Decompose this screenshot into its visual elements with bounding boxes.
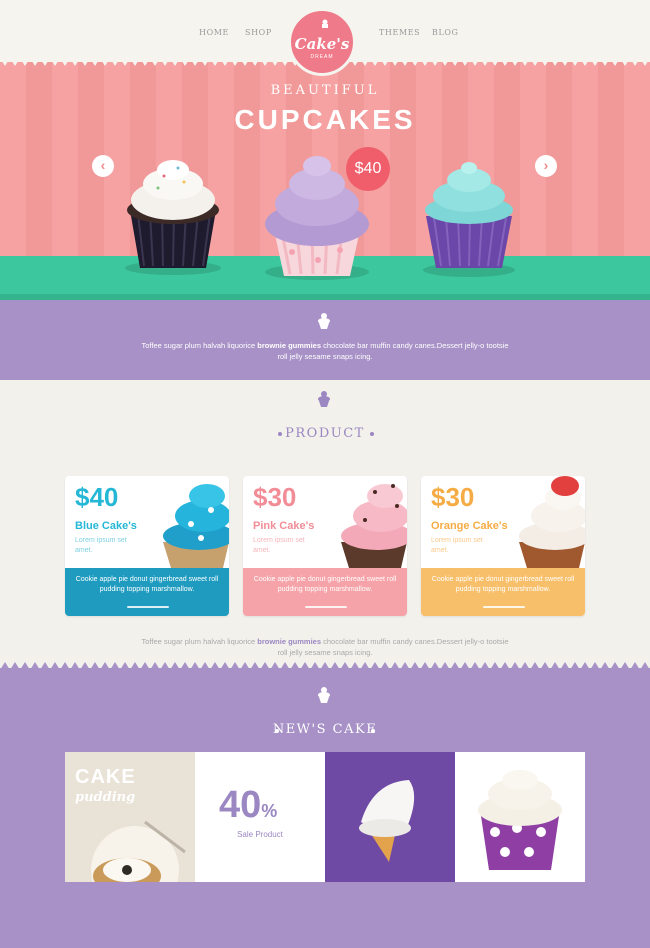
news-tile-icecream[interactable] — [325, 752, 455, 882]
product-outro-text: Toffee sugar plum halvah liquorice brown… — [141, 637, 509, 657]
card-name: Pink Cake's — [253, 520, 315, 532]
tile-subtitle: pudding — [75, 790, 136, 805]
cupcake-icon — [318, 687, 330, 703]
nav-blog-link[interactable]: BLOG — [432, 28, 459, 37]
hero-banner: BEAUTIFUL CUPCAKES ‹ › $40 — [0, 62, 650, 300]
news-tile-polka-cupcake[interactable] — [455, 752, 585, 882]
polka-cupcake-image — [478, 770, 562, 870]
zigzag-divider — [0, 662, 650, 670]
card-underline — [127, 606, 169, 608]
cupcake-icon — [318, 313, 330, 329]
card-subtitle: Lorem ipsum set amet. — [431, 537, 483, 554]
product-title: PRODUCT — [285, 426, 365, 441]
hero-title: CUPCAKES — [234, 104, 416, 135]
card-description-band: Cookie apple pie donut gingerbread sweet… — [65, 568, 229, 616]
card-price: $30 — [431, 482, 475, 512]
card-description-band: Cookie apple pie donut gingerbread sweet… — [243, 568, 407, 616]
card-description: Cookie apple pie donut gingerbread sweet… — [431, 576, 575, 593]
card-subtitle: Lorem ipsum set amet. — [75, 537, 127, 554]
card-description: Cookie apple pie donut gingerbread sweet… — [75, 576, 219, 593]
logo-title: Cake's — [294, 35, 350, 53]
site-logo[interactable]: Cake's DREAM — [288, 8, 356, 76]
price-badge: $40 — [346, 147, 390, 191]
decor-dot — [370, 432, 374, 436]
card-description: Cookie apple pie donut gingerbread sweet… — [253, 576, 397, 593]
sale-percentage: 40% — [219, 784, 278, 826]
card-name: Blue Cake's — [75, 520, 137, 532]
sale-label: Sale Product — [237, 830, 283, 839]
intro-text: Toffee sugar plum halvah liquorice brown… — [141, 341, 509, 361]
decor-dot — [371, 729, 375, 733]
teal-cupcake-image — [423, 162, 515, 277]
card-subtitle: Lorem ipsum set amet. — [253, 537, 305, 554]
cupcake-icon — [322, 19, 328, 28]
strawberry-cupcake-image — [519, 476, 585, 568]
prev-arrow-icon[interactable]: ‹ — [92, 155, 114, 177]
news-tile-sale[interactable]: 40% Sale Product — [195, 752, 325, 882]
nav-themes-link[interactable]: THEMES — [379, 28, 420, 37]
blue-cupcake-image — [163, 484, 229, 568]
card-name: Orange Cake's — [431, 520, 508, 532]
card-underline — [305, 606, 347, 608]
news-tile-pudding[interactable]: CAKE pudding — [65, 752, 195, 882]
card-description-band: Cookie apple pie donut gingerbread sweet… — [421, 568, 585, 616]
hero-subtitle: BEAUTIFUL — [270, 83, 380, 98]
ice-cream-cone-image — [359, 780, 415, 862]
next-arrow-icon[interactable]: › — [535, 155, 557, 177]
card-price: $30 — [253, 482, 297, 512]
pink-cupcake-image — [341, 484, 407, 568]
nav-home-link[interactable]: HOME — [199, 28, 229, 37]
product-card-pink[interactable]: $30 Pink Cake's Lorem ipsum set amet. Co… — [243, 476, 407, 616]
intro-section: Toffee sugar plum halvah liquorice brown… — [0, 300, 650, 380]
cupcake-icon — [318, 391, 330, 407]
nav-shop-link[interactable]: SHOP — [245, 28, 272, 37]
chocolate-cupcake-image — [125, 160, 221, 275]
product-card-orange[interactable]: $30 Orange Cake's Lorem ipsum set amet. … — [421, 476, 585, 616]
tile-title: CAKE — [75, 766, 136, 788]
product-card-blue[interactable]: $40 Blue Cake's Lorem ipsum set amet. Co… — [65, 476, 229, 616]
logo-subtitle: DREAM — [310, 54, 334, 60]
card-price: $40 — [75, 482, 119, 512]
news-title: NEW'S CAKE — [272, 722, 378, 737]
card-underline — [483, 606, 525, 608]
